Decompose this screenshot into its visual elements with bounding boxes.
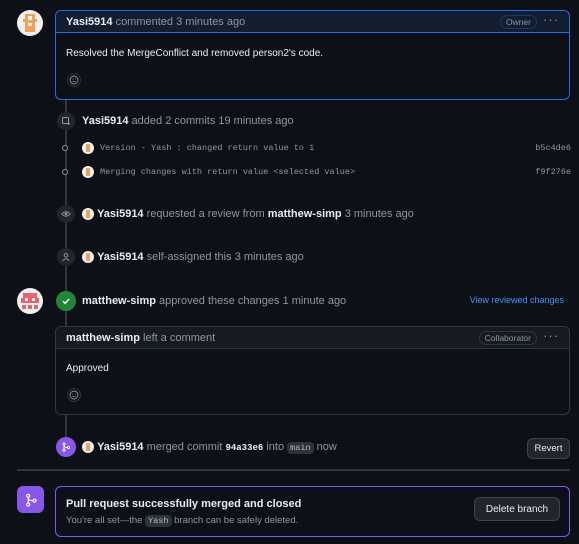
comment-author[interactable]: matthew-simp: [66, 332, 140, 344]
delete-branch-button[interactable]: Delete branch: [474, 497, 560, 521]
event-time[interactable]: now: [317, 441, 337, 453]
eye-icon: [57, 205, 75, 223]
event-time[interactable]: 1 minute ago: [283, 295, 347, 307]
comment-collaborator: matthew-simp left a comment Collaborator…: [55, 326, 570, 415]
smiley-icon[interactable]: [67, 388, 81, 402]
approval-event: matthew-simp approved these changes 1 mi…: [82, 294, 346, 308]
merged-subtitle: You're all set—the Yash branch can be sa…: [66, 515, 299, 527]
event-text: requested a review from: [146, 208, 265, 220]
event-time[interactable]: 19 minutes ago: [218, 115, 293, 127]
event-text: merged commit: [146, 441, 223, 453]
commit-message[interactable]: Version - Yash : changed return value to…: [100, 141, 314, 155]
view-reviewed-changes-link[interactable]: View reviewed changes: [470, 295, 564, 305]
git-merge-icon: [17, 486, 44, 513]
avatar[interactable]: [17, 288, 43, 314]
event-text: self-assigned this: [146, 251, 232, 263]
merged-panel: Pull request successfully merged and clo…: [55, 486, 570, 537]
comment-body: Resolved the MergeConflict and removed p…: [66, 48, 324, 59]
avatar[interactable]: [82, 441, 94, 454]
comment-time[interactable]: 3 minutes ago: [176, 16, 245, 28]
self-assign-event: Yasi5914 self-assigned this 3 minutes ag…: [82, 250, 304, 264]
commit-row: Version - Yash : changed return value to…: [60, 141, 571, 155]
comment-body: Approved: [66, 363, 109, 374]
commit-message[interactable]: Merging changes with return value <selec…: [100, 165, 355, 179]
kebab-horizontal-icon[interactable]: ···: [543, 12, 559, 27]
merge-commit-sha[interactable]: 94a33e6: [225, 443, 263, 453]
head-branch[interactable]: Yash: [145, 515, 172, 527]
person-icon: [57, 248, 75, 266]
commit-sha[interactable]: f9f276e: [535, 165, 571, 179]
collaborator-badge: Collaborator: [478, 331, 537, 345]
comment-header: Yasi5914 commented 3 minutes ago Owner ·…: [56, 11, 569, 33]
commit-dot-icon: [62, 169, 68, 175]
avatar[interactable]: [82, 142, 94, 154]
git-commit-icon: [57, 112, 75, 130]
avatar[interactable]: [82, 251, 94, 264]
commits-event: Yasi5914 added 2 commits 19 minutes ago: [82, 114, 294, 128]
owner-badge: Owner: [499, 15, 537, 29]
divider: [17, 469, 570, 471]
commit-sha[interactable]: b5c4de6: [535, 141, 571, 155]
event-time[interactable]: 3 minutes ago: [345, 208, 414, 220]
event-text: added 2 commits: [131, 115, 216, 127]
comment-header: matthew-simp left a comment Collaborator…: [56, 327, 569, 349]
event-author[interactable]: matthew-simp: [82, 295, 156, 307]
event-text: approved these changes: [159, 295, 280, 307]
commit-row: Merging changes with return value <selec…: [60, 165, 571, 179]
comment-action: left a comment: [143, 332, 216, 344]
event-author[interactable]: Yasi5914: [97, 208, 144, 220]
merge-event: Yasi5914 merged commit 94a33e6 into main…: [82, 440, 337, 455]
merged-subtitle-post: branch can be safely deleted.: [174, 515, 299, 526]
event-author[interactable]: Yasi5914: [97, 441, 144, 453]
review-request-event: Yasi5914 requested a review from matthew…: [82, 207, 414, 221]
revert-button[interactable]: Revert: [527, 438, 570, 459]
reviewer-link[interactable]: matthew-simp: [268, 208, 342, 220]
merged-subtitle-pre: You're all set—the: [66, 515, 143, 526]
event-time[interactable]: 3 minutes ago: [235, 251, 304, 263]
into-text: into: [266, 441, 285, 453]
kebab-horizontal-icon[interactable]: ···: [543, 328, 559, 343]
avatar[interactable]: [82, 208, 94, 221]
event-author[interactable]: Yasi5914: [82, 115, 129, 127]
comment-owner: Yasi5914 commented 3 minutes ago Owner ·…: [55, 10, 570, 100]
event-author[interactable]: Yasi5914: [97, 251, 144, 263]
avatar[interactable]: [82, 166, 94, 178]
avatar[interactable]: [17, 10, 43, 36]
comment-action: commented: [115, 16, 174, 28]
base-branch[interactable]: main: [287, 442, 314, 454]
merged-title: Pull request successfully merged and clo…: [66, 498, 302, 510]
comment-author[interactable]: Yasi5914: [66, 16, 113, 28]
check-icon: [56, 291, 76, 311]
git-merge-icon: [56, 437, 76, 457]
smiley-icon[interactable]: [67, 73, 81, 87]
commit-dot-icon: [62, 145, 68, 151]
